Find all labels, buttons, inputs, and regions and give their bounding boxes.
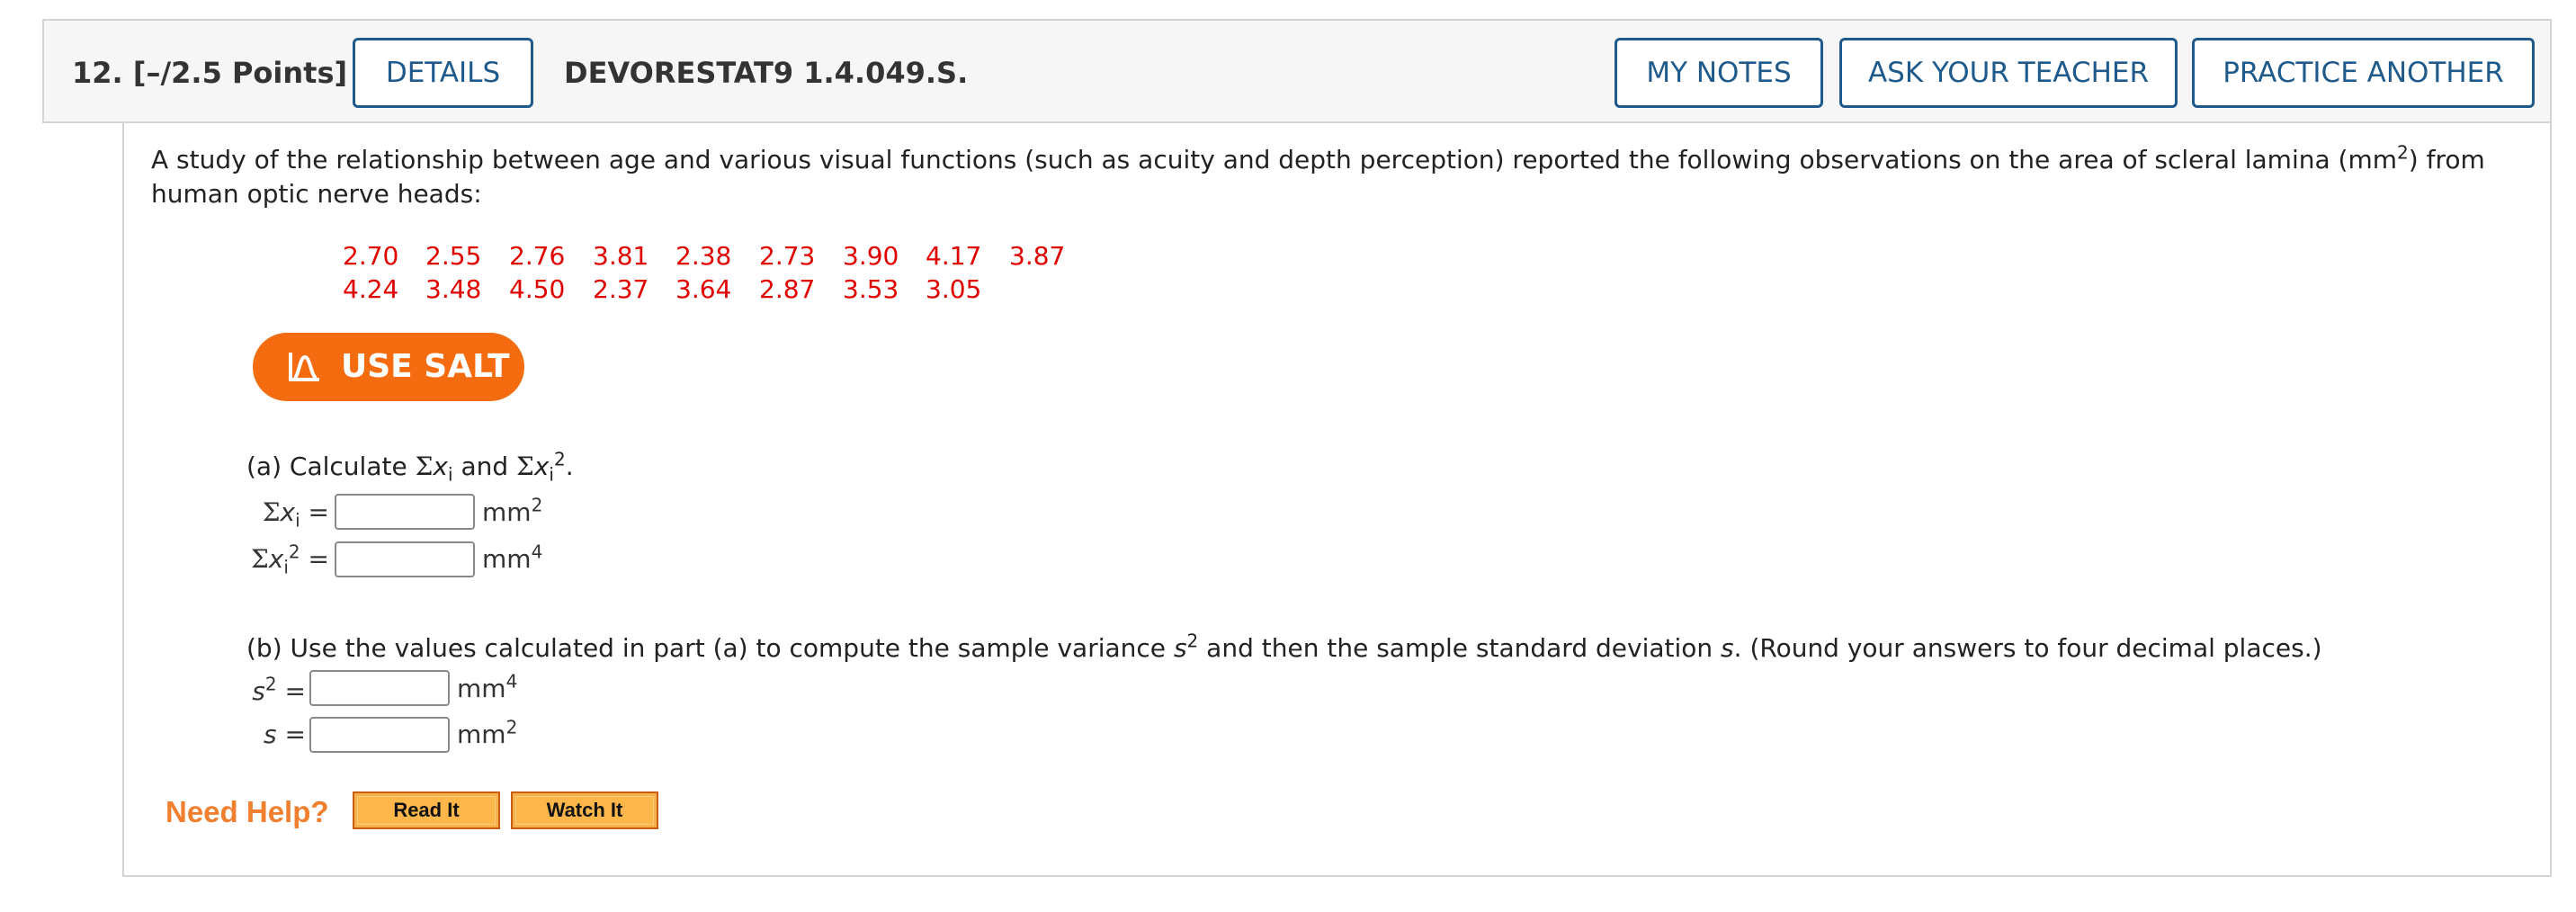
sum-x-unit: mm2 xyxy=(482,494,543,527)
superscript-2: 2 xyxy=(264,673,277,695)
unit-mm: mm xyxy=(482,497,532,527)
equals-sign: = xyxy=(308,544,329,574)
sigma-symbol: Σ xyxy=(415,452,434,481)
s-variable: s xyxy=(264,720,277,749)
intro-unit-exponent: 2 xyxy=(2397,141,2409,164)
sigma-symbol: Σ xyxy=(250,544,269,574)
s-variable: s xyxy=(1173,633,1187,663)
read-it-button[interactable]: Read It xyxy=(353,791,500,829)
ask-your-teacher-button[interactable]: ASK YOUR TEACHER xyxy=(1839,38,2178,108)
sum-x-label: Σxi = xyxy=(221,497,329,530)
part-b-prompt: (b) Use the values calculated in part (a… xyxy=(246,630,2322,663)
and-text: and xyxy=(461,452,509,481)
sum-x-squared-input[interactable] xyxy=(335,541,475,577)
superscript-2: 2 xyxy=(288,541,300,563)
data-value: 3.90 xyxy=(843,241,899,271)
x-variable: x xyxy=(533,452,550,481)
unit-mm: mm xyxy=(457,720,506,749)
std-dev-label: s = xyxy=(223,720,306,749)
variance-label: s2 = xyxy=(223,673,306,706)
data-value: 3.87 xyxy=(1009,241,1066,271)
sigma-symbol: Σ xyxy=(262,497,281,527)
question-intro: A study of the relationship between age … xyxy=(151,143,2526,211)
sigma-symbol: Σ xyxy=(516,452,534,481)
question-body: A study of the relationship between age … xyxy=(122,123,2552,877)
data-value: 2.70 xyxy=(343,241,399,271)
variance-unit: mm4 xyxy=(457,670,518,703)
watch-it-label: Watch It xyxy=(515,796,654,825)
question-number-points: 12. [–/2.5 Points] xyxy=(72,56,348,90)
data-value: 2.38 xyxy=(675,241,732,271)
data-value: 4.17 xyxy=(926,241,982,271)
data-value: 3.05 xyxy=(926,274,982,304)
x-variable: x xyxy=(433,452,448,481)
sum-x-squared-label: Σxi2 = xyxy=(221,541,329,577)
data-value: 2.73 xyxy=(759,241,816,271)
unit-exponent: 2 xyxy=(505,716,518,738)
unit-mm: mm xyxy=(457,674,506,703)
read-it-label: Read It xyxy=(357,796,496,825)
part-b-prompt-text: (b) Use the values calculated in part (a… xyxy=(246,633,1167,663)
part-a-prompt-text: (a) Calculate xyxy=(246,452,407,481)
unit-mm: mm xyxy=(482,544,532,574)
superscript-2: 2 xyxy=(1186,630,1199,652)
bell-curve-icon xyxy=(289,353,319,381)
subscript-i: i xyxy=(447,463,453,486)
subscript-i: i xyxy=(295,509,300,532)
data-value: 4.24 xyxy=(343,274,399,304)
my-notes-button[interactable]: MY NOTES xyxy=(1614,38,1823,108)
data-value: 2.87 xyxy=(759,274,816,304)
data-value: 3.64 xyxy=(675,274,732,304)
part-a-prompt: (a) Calculate Σxi and Σxi2. xyxy=(246,448,574,484)
period: . xyxy=(565,452,574,481)
equals-sign: = xyxy=(308,497,329,527)
question-header: 12. [–/2.5 Points] DETAILS DEVORESTAT9 1… xyxy=(42,19,2552,123)
std-dev-unit: mm2 xyxy=(457,716,518,749)
use-salt-button[interactable]: USE SALT xyxy=(253,333,524,401)
need-help-label: Need Help? xyxy=(165,795,329,828)
details-button[interactable]: DETAILS xyxy=(353,38,533,108)
part-b-prompt-end: . (Round your answers to four decimal pl… xyxy=(1733,633,2322,663)
superscript-2: 2 xyxy=(553,448,566,470)
data-value: 3.81 xyxy=(593,241,649,271)
unit-exponent: 2 xyxy=(531,494,543,516)
equals-sign: = xyxy=(284,720,306,749)
data-value: 4.50 xyxy=(509,274,566,304)
x-variable: x xyxy=(280,497,296,527)
data-value: 3.48 xyxy=(425,274,482,304)
unit-exponent: 4 xyxy=(531,541,543,563)
question-card: 12. [–/2.5 Points] DETAILS DEVORESTAT9 1… xyxy=(0,0,2576,912)
intro-text: A study of the relationship between age … xyxy=(151,145,2398,174)
data-value: 2.37 xyxy=(593,274,649,304)
sum-x-input[interactable] xyxy=(335,494,475,530)
watch-it-button[interactable]: Watch It xyxy=(511,791,658,829)
variance-input[interactable] xyxy=(309,670,450,706)
std-dev-input[interactable] xyxy=(309,717,450,753)
practice-another-button[interactable]: PRACTICE ANOTHER xyxy=(2192,38,2535,108)
s-variable: s xyxy=(1721,633,1734,663)
s-variable: s xyxy=(252,676,265,706)
use-salt-label: USE SALT xyxy=(341,348,510,385)
x-variable: x xyxy=(268,544,284,574)
part-b-prompt-middle: and then the sample standard deviation xyxy=(1206,633,1713,663)
data-value: 2.76 xyxy=(509,241,566,271)
data-value: 3.53 xyxy=(843,274,899,304)
equals-sign: = xyxy=(284,676,306,706)
question-code: DEVORESTAT9 1.4.049.S. xyxy=(564,56,969,90)
sum-x-squared-unit: mm4 xyxy=(482,541,543,574)
unit-exponent: 4 xyxy=(505,670,518,693)
data-value: 2.55 xyxy=(425,241,482,271)
